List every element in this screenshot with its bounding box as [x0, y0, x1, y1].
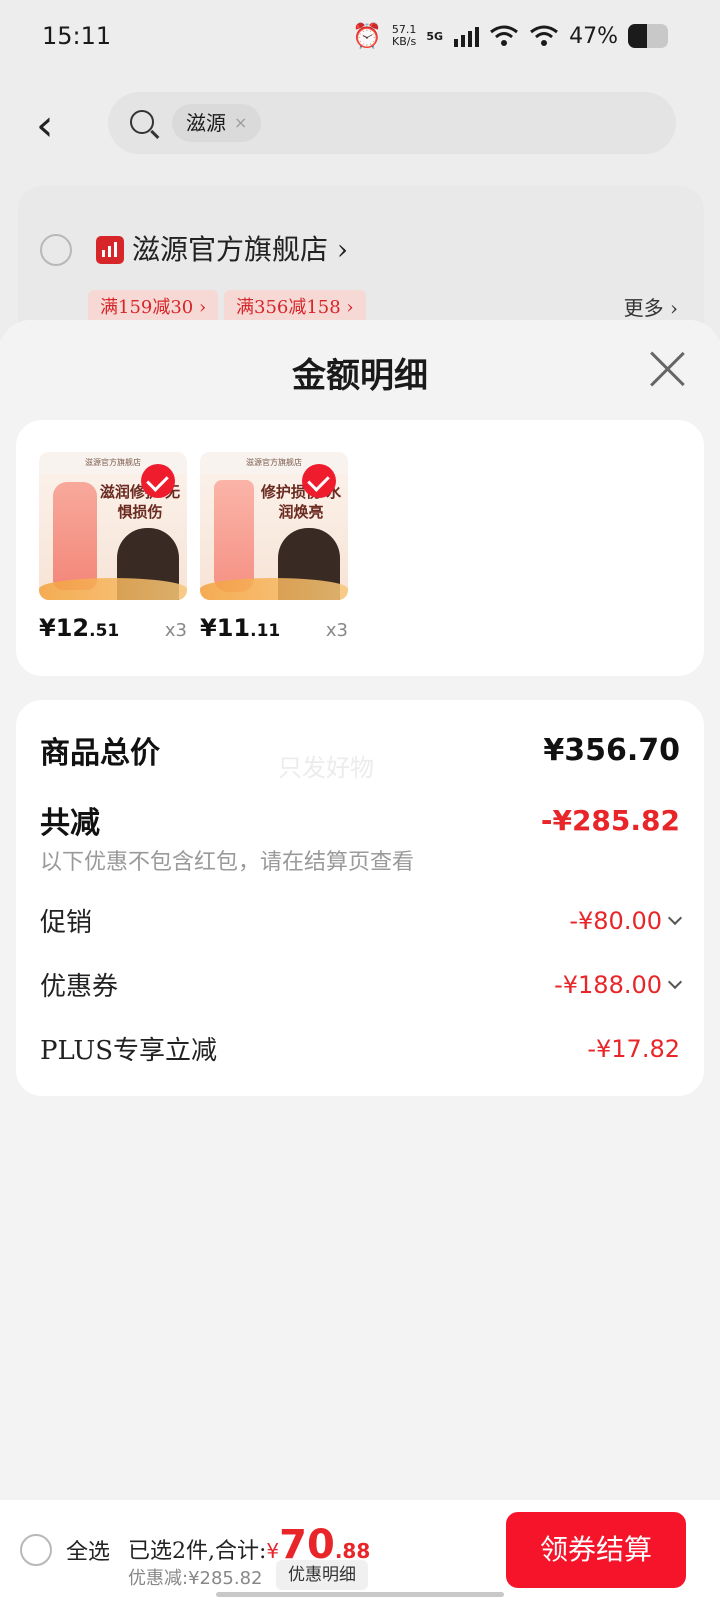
wifi-icon	[490, 25, 519, 46]
item-price: ¥12.51	[39, 614, 120, 642]
background-page: 15:11 ⏰ 57.1 KB/s 5G 47% ‹ 滋源 × 滋源官方旗舰店 …	[0, 0, 720, 346]
total-discount-row: 共减 -¥285.82	[40, 803, 680, 842]
discount-detail-button[interactable]: 优惠明细	[276, 1560, 368, 1590]
net-speed: 57.1 KB/s	[391, 23, 417, 48]
back-button[interactable]: ‹	[36, 100, 54, 151]
store-logo-icon	[96, 236, 124, 264]
amount-detail-sheet: 金额明细 滋源官方旗舰店 滋润修护 无惧损伤 ¥12.51 x3 滋源官方旗舰店	[0, 320, 720, 1600]
chevron-down-icon[interactable]	[667, 974, 683, 989]
checkout-button[interactable]: 领券结算	[506, 1512, 686, 1588]
clear-icon[interactable]: ×	[234, 104, 247, 142]
total-price-row: 商品总价 ¥356.70	[40, 732, 680, 772]
coupon-row[interactable]: 优惠券 -¥188.00	[40, 966, 683, 1003]
wifi-icon-2	[530, 25, 559, 46]
chevron-down-icon[interactable]	[667, 910, 683, 925]
battery-percent: 47%	[569, 23, 618, 49]
discount-amount: 优惠减:¥285.82	[128, 1568, 263, 1589]
battery-icon	[628, 24, 668, 48]
select-all-radio[interactable]	[20, 1534, 52, 1566]
alarm-icon: ⏰	[352, 22, 382, 50]
product-image: 滋源官方旗舰店 滋润修护 无惧损伤	[39, 452, 187, 600]
goods-item[interactable]: 滋源官方旗舰店 滋润修护 无惧损伤 ¥12.51 x3	[39, 452, 187, 646]
signal-bars-icon	[454, 27, 480, 47]
checked-icon	[302, 464, 336, 498]
sheet-title: 金额明细	[292, 356, 428, 396]
promotion-row[interactable]: 促销 -¥80.00	[40, 902, 683, 939]
signal-icon: 5G	[426, 29, 444, 43]
checkout-bar: 全选 已选2件,合计: ¥70.88 优惠减:¥285.82 优惠明细 领券结算	[0, 1500, 720, 1600]
goods-card: 滋源官方旗舰店 滋润修护 无惧损伤 ¥12.51 x3 滋源官方旗舰店 修护损伤…	[16, 420, 704, 676]
select-all-label[interactable]: 全选	[66, 1534, 110, 1566]
search-keyword-chip[interactable]: 滋源 ×	[172, 104, 262, 142]
product-image: 滋源官方旗舰店 修护损伤 水润焕亮	[200, 452, 348, 600]
plus-discount-row: PLUS专享立减 -¥17.82	[40, 1034, 680, 1067]
item-quantity: x3	[164, 620, 187, 641]
status-bar: 15:11 ⏰ 57.1 KB/s 5G 47%	[0, 0, 720, 78]
more-link[interactable]: 更多 ›	[624, 292, 678, 321]
search-box[interactable]: 滋源 ×	[108, 92, 676, 154]
close-icon[interactable]	[648, 350, 686, 388]
home-indicator[interactable]	[216, 1592, 504, 1597]
status-icons: ⏰ 57.1 KB/s 5G 47%	[352, 22, 668, 50]
search-bar-row: ‹ 滋源 ×	[0, 92, 720, 154]
discount-note: 以下优惠不包含红包，请在结算页查看	[40, 850, 415, 875]
store-select-radio[interactable]	[40, 234, 72, 266]
item-price: ¥11.11	[200, 614, 281, 642]
goods-item[interactable]: 滋源官方旗舰店 修护损伤 水润焕亮 ¥11.11 x3	[200, 452, 348, 646]
status-time: 15:11	[42, 22, 112, 50]
search-icon	[130, 110, 154, 134]
store-name[interactable]: 滋源官方旗舰店 ›	[132, 228, 348, 268]
price-summary-card: 只发好物 商品总价 ¥356.70 共减 -¥285.82 以下优惠不包含红包，…	[16, 700, 704, 1096]
item-quantity: x3	[325, 620, 348, 641]
checked-icon	[141, 464, 175, 498]
